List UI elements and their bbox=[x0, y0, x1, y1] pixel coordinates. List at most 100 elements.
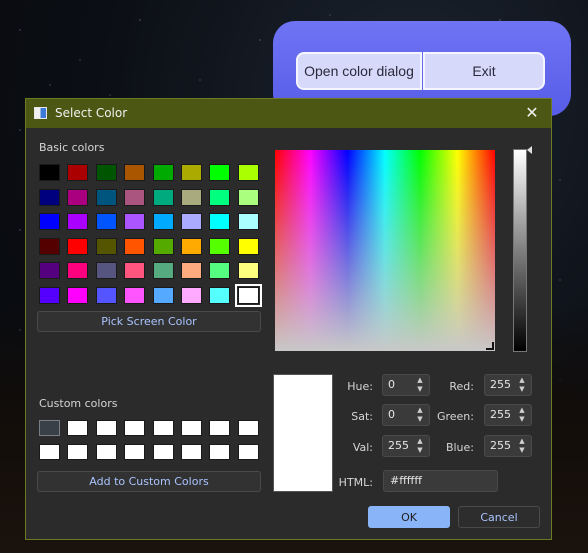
basic-color-swatch[interactable] bbox=[124, 286, 146, 304]
custom-color-swatch[interactable] bbox=[152, 444, 174, 460]
basic-color-swatch[interactable] bbox=[67, 164, 89, 181]
basic-color-swatch[interactable] bbox=[95, 213, 117, 230]
basic-color-swatch[interactable] bbox=[95, 262, 117, 279]
red-spinbox[interactable]: 255 ▲ ▼ bbox=[484, 374, 532, 396]
window-icon bbox=[34, 107, 47, 119]
dialog-titlebar[interactable]: Select Color ✕ bbox=[26, 99, 551, 128]
spin-arrows-icon: ▲ ▼ bbox=[417, 376, 423, 393]
basic-color-swatch[interactable] bbox=[95, 164, 117, 181]
color-preview bbox=[273, 374, 333, 492]
luminance-arrow-icon[interactable] bbox=[527, 146, 532, 154]
green-label: Green: bbox=[436, 410, 474, 423]
spin-arrows-icon: ▲ ▼ bbox=[519, 437, 525, 454]
spectrum-crosshair bbox=[486, 342, 494, 350]
basic-color-swatch[interactable] bbox=[181, 188, 202, 206]
basic-color-swatch[interactable] bbox=[67, 188, 89, 206]
luminance-slider[interactable] bbox=[513, 149, 527, 352]
basic-color-swatch[interactable] bbox=[209, 262, 231, 279]
basic-color-swatch[interactable] bbox=[152, 213, 174, 230]
basic-color-swatch[interactable] bbox=[39, 164, 60, 181]
add-to-custom-colors-button[interactable]: Add to Custom Colors bbox=[37, 471, 261, 492]
basic-color-swatch[interactable] bbox=[181, 213, 202, 230]
cancel-button[interactable]: Cancel bbox=[458, 506, 540, 528]
basic-color-swatch[interactable] bbox=[124, 237, 146, 255]
red-label: Red: bbox=[449, 380, 474, 393]
custom-color-swatch[interactable] bbox=[95, 420, 117, 436]
basic-color-swatch[interactable] bbox=[181, 164, 202, 181]
basic-color-swatch[interactable] bbox=[237, 262, 259, 279]
custom-color-swatch[interactable] bbox=[124, 420, 146, 436]
basic-color-swatch[interactable] bbox=[124, 262, 146, 279]
basic-color-swatch[interactable] bbox=[237, 164, 259, 181]
custom-color-swatch[interactable] bbox=[209, 420, 231, 436]
basic-color-swatch[interactable] bbox=[124, 164, 146, 181]
basic-color-swatch[interactable] bbox=[181, 237, 202, 255]
custom-color-swatch[interactable] bbox=[237, 420, 259, 436]
blue-spinbox[interactable]: 255 ▲ ▼ bbox=[484, 435, 532, 457]
pick-screen-color-button[interactable]: Pick Screen Color bbox=[37, 311, 261, 332]
basic-color-swatch[interactable] bbox=[209, 286, 231, 304]
exit-button[interactable]: Exit bbox=[423, 52, 545, 90]
custom-color-swatch[interactable] bbox=[237, 444, 259, 460]
basic-color-swatch[interactable] bbox=[152, 262, 174, 279]
basic-color-swatch[interactable] bbox=[67, 213, 89, 230]
val-label: Val: bbox=[352, 441, 373, 454]
custom-color-swatch[interactable] bbox=[124, 444, 146, 460]
custom-color-swatch[interactable] bbox=[95, 444, 117, 460]
hue-label: Hue: bbox=[347, 380, 373, 393]
basic-color-swatch[interactable] bbox=[95, 286, 117, 304]
custom-color-swatch[interactable] bbox=[67, 420, 89, 436]
basic-color-swatch[interactable] bbox=[152, 164, 174, 181]
open-color-dialog-button[interactable]: Open color dialog bbox=[296, 52, 422, 90]
custom-color-swatch[interactable] bbox=[39, 444, 60, 460]
basic-color-swatch[interactable] bbox=[152, 286, 174, 304]
spin-arrows-icon: ▲ ▼ bbox=[417, 406, 423, 423]
spin-arrows-icon: ▲ ▼ bbox=[519, 406, 525, 423]
custom-color-swatch[interactable] bbox=[39, 420, 60, 436]
sat-spinbox[interactable]: 0 ▲ ▼ bbox=[382, 404, 430, 426]
select-color-dialog: Select Color ✕ Basic colors Pick Screen … bbox=[25, 98, 552, 540]
html-color-input[interactable]: #ffffff bbox=[383, 470, 498, 492]
close-icon[interactable]: ✕ bbox=[523, 103, 541, 123]
basic-color-swatch[interactable] bbox=[67, 237, 89, 255]
ok-button[interactable]: OK bbox=[368, 506, 450, 528]
basic-color-swatch[interactable] bbox=[124, 188, 146, 206]
custom-colors-label: Custom colors bbox=[39, 397, 118, 410]
basic-color-swatch[interactable] bbox=[237, 213, 259, 230]
custom-color-swatch[interactable] bbox=[67, 444, 89, 460]
basic-color-swatch[interactable] bbox=[39, 286, 60, 304]
custom-color-swatch[interactable] bbox=[209, 444, 231, 460]
html-label: HTML: bbox=[338, 476, 373, 489]
basic-color-swatch[interactable] bbox=[39, 237, 60, 255]
basic-color-swatch[interactable] bbox=[124, 213, 146, 230]
val-spinbox[interactable]: 255 ▲ ▼ bbox=[382, 435, 430, 457]
basic-color-swatch[interactable] bbox=[181, 262, 202, 279]
green-spinbox[interactable]: 255 ▲ ▼ bbox=[484, 404, 532, 426]
sat-label: Sat: bbox=[351, 410, 373, 423]
basic-color-swatch[interactable] bbox=[39, 262, 60, 279]
custom-color-swatch[interactable] bbox=[152, 420, 174, 436]
basic-color-swatch[interactable] bbox=[237, 237, 259, 255]
spin-arrows-icon: ▲ ▼ bbox=[417, 437, 423, 454]
basic-color-swatch[interactable] bbox=[152, 237, 174, 255]
basic-color-swatch[interactable] bbox=[39, 188, 60, 206]
basic-color-swatch[interactable] bbox=[234, 283, 262, 307]
custom-color-swatch[interactable] bbox=[181, 444, 202, 460]
basic-color-swatch[interactable] bbox=[237, 188, 259, 206]
basic-color-swatch[interactable] bbox=[209, 213, 231, 230]
basic-color-swatch[interactable] bbox=[67, 262, 89, 279]
basic-color-swatch[interactable] bbox=[181, 286, 202, 304]
basic-color-swatch[interactable] bbox=[209, 164, 231, 181]
basic-color-swatch[interactable] bbox=[95, 188, 117, 206]
hue-spinbox[interactable]: 0 ▲ ▼ bbox=[382, 374, 430, 396]
basic-color-swatch[interactable] bbox=[67, 286, 89, 304]
custom-color-swatch[interactable] bbox=[181, 420, 202, 436]
dialog-title: Select Color bbox=[55, 106, 128, 120]
color-spectrum[interactable] bbox=[275, 150, 495, 351]
basic-color-swatch[interactable] bbox=[209, 237, 231, 255]
basic-color-swatch[interactable] bbox=[152, 188, 174, 206]
basic-color-swatch[interactable] bbox=[39, 213, 60, 230]
basic-color-swatch[interactable] bbox=[95, 237, 117, 255]
basic-colors-label: Basic colors bbox=[39, 141, 105, 154]
basic-color-swatch[interactable] bbox=[209, 188, 231, 206]
